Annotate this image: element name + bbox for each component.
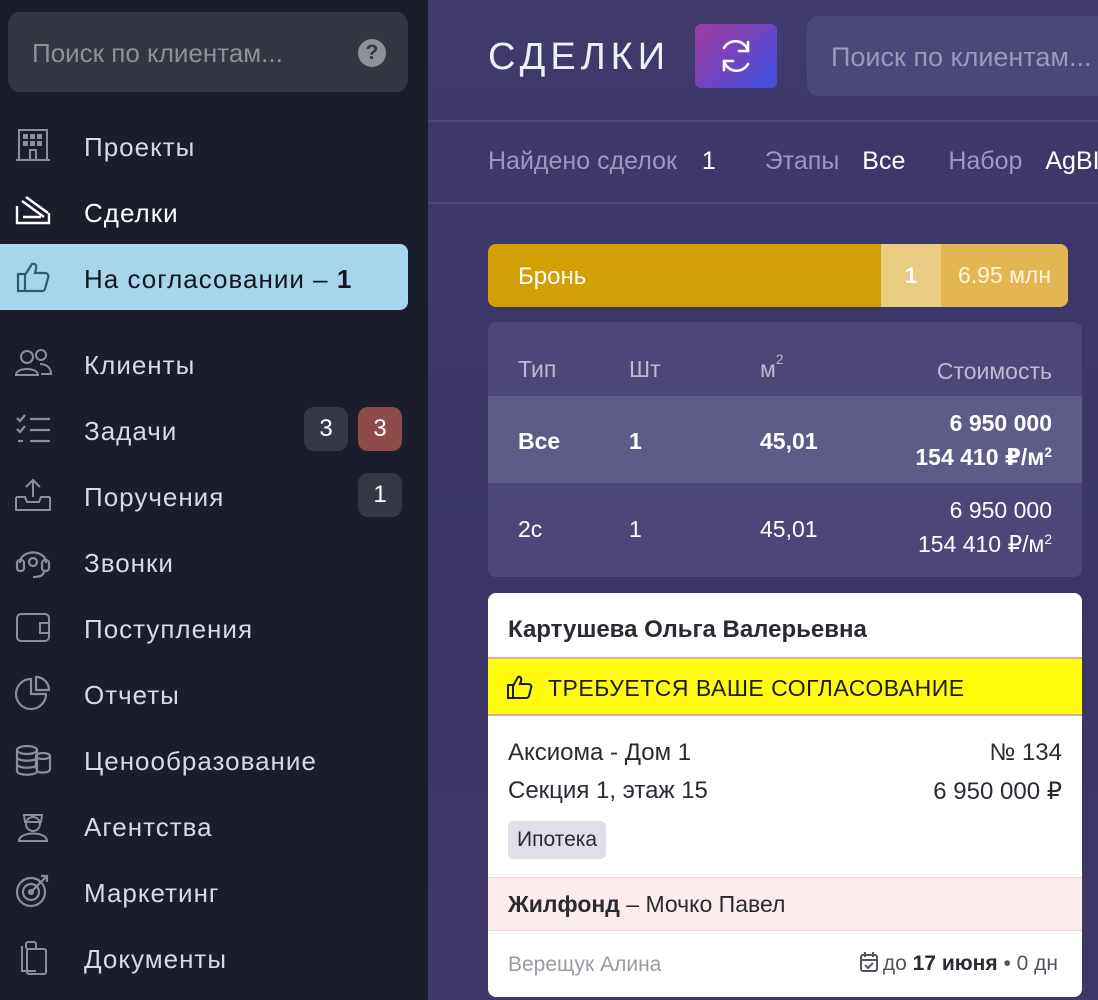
sidebar-item-agencies[interactable]: Агентства	[0, 792, 408, 858]
table-row[interactable]: Все 1 45,01 6 950 000 154 410 ₽/м2	[488, 396, 1082, 483]
thumbs-up-icon	[14, 259, 52, 295]
sidebar-item-label: Маркетинг	[84, 878, 220, 908]
col-qty: Шт	[629, 356, 661, 382]
agent-icon	[14, 807, 52, 843]
sidebar-item-label: Ценообразование	[84, 746, 317, 776]
inbox-upload-icon	[14, 477, 52, 513]
sidebar-item-label: Проекты	[84, 132, 196, 162]
cell-area: 45,01	[760, 428, 818, 454]
stages-filter[interactable]: Все	[862, 147, 905, 175]
overdue-tasks-badge: 3	[358, 407, 402, 451]
documents-icon	[14, 939, 52, 975]
thumbs-up-icon	[507, 675, 533, 699]
client-search-input[interactable]: Поиск по клиентам... ?	[8, 12, 408, 92]
main-content: СДЕЛКИ Поиск по клиентам... Найдено сдел…	[428, 0, 1098, 1000]
cell-type: Все	[518, 428, 561, 454]
pie-chart-icon	[14, 675, 52, 711]
agent-name: – Мочко Павел	[619, 891, 786, 917]
sidebar-item-clients[interactable]: Клиенты	[0, 330, 408, 396]
col-cost: Стоимость	[936, 358, 1052, 384]
search-placeholder: Поиск по клиентам...	[831, 42, 1092, 72]
wallet-icon	[14, 609, 52, 645]
unit-number: № 134	[989, 739, 1062, 766]
approval-required-text: ТРЕБУЕТСЯ ВАШЕ СОГЛАСОВАНИЕ	[548, 675, 965, 701]
deal-search-input[interactable]: Поиск по клиентам...	[807, 16, 1098, 96]
sidebar-item-label: На согласовании – 1	[84, 264, 353, 294]
cell-cost: 6 950 000 154 410 ₽/м2	[915, 410, 1052, 470]
agency-info: Жилфонд – Мочко Павел	[508, 891, 785, 918]
sidebar-item-payments[interactable]: Поступления	[0, 594, 408, 660]
sidebar-item-label: Задачи	[84, 416, 178, 446]
sidebar-item-label: Поручения	[84, 482, 225, 512]
building-icon	[14, 127, 52, 163]
sidebar-item-tasks[interactable]: Задачи 3 3	[0, 396, 408, 462]
filter-bar: Найдено сделок 1 Этапы Все Набор AgBI	[488, 147, 1098, 176]
found-label: Найдено сделок	[488, 147, 677, 175]
stage-booking-bar[interactable]: Бронь 1 6.95 млн	[488, 244, 1068, 307]
sidebar-item-deals[interactable]: Сделки	[0, 178, 408, 244]
col-area: м2	[760, 352, 784, 382]
unit-location: Секция 1, этаж 15	[508, 777, 708, 804]
stage-name: Бронь	[518, 263, 587, 290]
sidebar-item-approval[interactable]: На согласовании – 1	[0, 244, 408, 310]
sidebar-item-label: Отчеты	[84, 680, 180, 710]
tasks-badge: 3	[304, 407, 348, 451]
sidebar-item-pricing[interactable]: Ценообразование	[0, 726, 408, 792]
page-title: СДЕЛКИ	[488, 36, 671, 78]
assignments-badge: 1	[358, 473, 402, 517]
sidebar-item-label: Агентства	[84, 812, 213, 842]
sidebar-item-label: Звонки	[84, 548, 174, 578]
sidebar-item-calls[interactable]: Звонки	[0, 528, 408, 594]
task-list-icon	[14, 411, 52, 447]
table-header: Тип Шт м2 Стоимость	[488, 322, 1082, 396]
col-type: Тип	[518, 356, 557, 382]
approval-count: 1	[336, 264, 353, 294]
approval-required-banner[interactable]: ТРЕБУЕТСЯ ВАШЕ СОГЛАСОВАНИЕ	[488, 657, 1082, 716]
users-icon	[14, 345, 53, 381]
client-name: Картушева Ольга Валерьевна	[508, 616, 867, 643]
agency-row: Жилфонд – Мочко Павел	[488, 877, 1082, 931]
project-name: Аксиома - Дом 1	[508, 739, 692, 766]
sidebar-item-label: Сделки	[84, 198, 179, 228]
found-value: 1	[701, 147, 716, 175]
due-date: до 17 июня • 0 дн	[859, 951, 1058, 976]
stage-count: 1	[881, 244, 941, 307]
table-row[interactable]: 2с 1 45,01 6 950 000 154 410 ₽/м2	[488, 483, 1082, 577]
sidebar-item-reports[interactable]: Отчеты	[0, 660, 408, 726]
cell-area: 45,01	[760, 516, 818, 542]
divider	[428, 202, 1098, 204]
agency-name: Жилфонд	[508, 891, 620, 917]
cell-cost: 6 950 000 154 410 ₽/м2	[917, 497, 1052, 557]
cell-qty: 1	[629, 516, 642, 542]
coins-icon	[14, 741, 52, 777]
sidebar-item-label: Поступления	[84, 614, 254, 644]
set-filter[interactable]: AgBI	[1045, 147, 1098, 175]
deal-card[interactable]: Картушева Ольга Валерьевна ТРЕБУЕТСЯ ВАШ…	[488, 593, 1082, 997]
search-placeholder: Поиск по клиентам...	[32, 38, 283, 68]
stages-label: Этапы	[764, 147, 840, 175]
cell-type: 2с	[518, 516, 543, 542]
manager-name: Верещук Алина	[508, 953, 662, 976]
divider	[428, 120, 1098, 122]
calendar-check-icon	[859, 952, 878, 972]
stage-sum: 6.95 млн	[941, 244, 1068, 307]
target-icon	[14, 873, 52, 909]
set-label: Набор	[948, 147, 1023, 175]
summary-table: Тип Шт м2 Стоимость Все 1 45,01 6 950 00…	[488, 322, 1082, 577]
cell-qty: 1	[629, 428, 642, 454]
sidebar-item-documents[interactable]: Документы	[0, 924, 408, 990]
sidebar-item-projects[interactable]: Проекты	[0, 112, 408, 178]
headset-icon	[14, 543, 52, 579]
deal-price: 6 950 000 ₽	[933, 778, 1062, 805]
sidebar: Поиск по клиентам... ? Проекты Сделки На…	[0, 0, 428, 1000]
help-icon[interactable]: ?	[358, 39, 386, 67]
sidebar-item-label: Клиенты	[84, 350, 196, 380]
sidebar-item-marketing[interactable]: Маркетинг	[0, 858, 408, 924]
sidebar-item-label: Документы	[84, 944, 228, 974]
signature-icon	[14, 193, 52, 229]
refresh-icon	[722, 39, 750, 73]
sidebar-item-assignments[interactable]: Поручения 1	[0, 462, 408, 528]
mortgage-tag: Ипотека	[508, 821, 607, 859]
refresh-button[interactable]	[695, 24, 777, 88]
